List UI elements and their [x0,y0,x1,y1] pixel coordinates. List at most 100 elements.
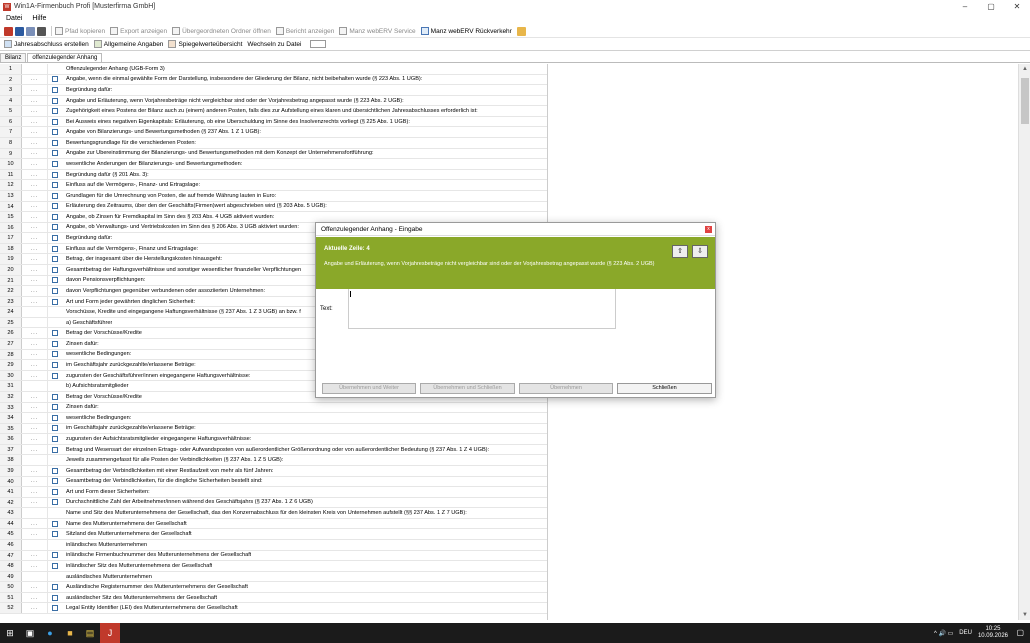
row-edit-button[interactable]: ... [22,402,48,413]
close-file-icon[interactable] [4,26,13,36]
table-row[interactable]: 47... inländische Firmenbuchnummer des Mu… [0,550,547,562]
row-checkbox[interactable] [48,75,62,85]
row-checkbox[interactable] [48,582,62,592]
row-edit-button[interactable]: ... [22,127,48,138]
row-checkbox[interactable] [48,403,62,413]
table-row[interactable]: 9... Angabe zur Übereinstimmung der Bilan… [0,148,547,160]
row-checkbox[interactable] [48,233,62,243]
table-row[interactable]: 35... im Geschäftsjahr zurückgezahlte/erl… [0,423,547,435]
next-row-button[interactable]: ⇩ [692,245,708,258]
row-checkbox[interactable] [48,149,62,159]
scroll-down-arrow-icon[interactable]: ▼ [1019,612,1030,618]
table-row[interactable]: 51... ausländischer Sitz des Mutteruntern… [0,592,547,604]
row-edit-button[interactable]: ... [22,476,48,487]
win1a-app-icon[interactable]: J [100,623,120,643]
menu-datei[interactable]: Datei [6,15,22,22]
table-row[interactable]: 36... zugunsten der Aufsichtsratsmitglied… [0,434,547,445]
table-row[interactable]: 1 Offenzulegender Anhang (UGB-Form 3) [0,64,547,75]
row-checkbox[interactable] [48,603,62,613]
print-icon[interactable] [37,26,46,36]
row-edit-button[interactable]: ... [22,116,48,127]
row-edit-button[interactable]: ... [22,74,48,85]
row-checkbox[interactable] [48,593,62,603]
row-checkbox[interactable] [48,106,62,116]
row-checkbox[interactable] [48,127,62,137]
row-edit-button[interactable]: ... [22,85,48,95]
maximize-button[interactable]: ▢ [978,0,1004,13]
row-checkbox[interactable] [48,117,62,127]
row-edit-button[interactable]: ... [22,233,48,243]
table-row[interactable]: 2... Angabe, wenn die einmal gewählte For… [0,74,547,86]
save-icon[interactable] [15,26,24,36]
manz-weberv-return-button[interactable]: Manz webERV Rückverkehr [420,27,512,35]
row-checkbox[interactable] [48,350,62,360]
notification-icon[interactable]: ▢ [1016,628,1024,637]
row-checkbox[interactable] [48,498,62,508]
row-edit-button[interactable]: ... [22,603,48,614]
row-edit-button[interactable]: ... [22,349,48,360]
row-edit-button[interactable]: ... [22,360,48,370]
row-edit-button[interactable]: ... [22,434,48,444]
row-edit-button[interactable]: ... [22,592,48,603]
row-checkbox[interactable] [48,170,62,180]
file-explorer-icon[interactable]: ■ [60,623,80,643]
row-edit-button[interactable]: ... [22,444,48,455]
row-checkbox[interactable] [48,159,62,169]
row-edit-button[interactable]: ... [22,286,48,296]
table-row[interactable]: 49 ausländisches Mutterunternehmen [0,571,547,583]
row-edit-button[interactable]: ... [22,339,48,349]
save-as-icon[interactable] [26,26,35,36]
row-edit-button[interactable]: ... [22,582,48,592]
text-input[interactable] [348,289,616,329]
row-checkbox[interactable] [48,85,62,95]
row-edit-button[interactable]: ... [22,190,48,201]
row-checkbox[interactable] [48,180,62,190]
mirror-values-button[interactable]: Spiegelwerteübersicht [168,40,242,48]
row-edit-button[interactable]: ... [22,95,48,106]
row-checkbox[interactable] [48,371,62,381]
row-edit-button[interactable]: ... [22,275,48,286]
table-row[interactable]: 10... wesentliche Änderungen der Bilanzie… [0,159,547,170]
table-row[interactable]: 13... Grundlagen für die Umrechnung von P… [0,190,547,202]
table-row[interactable]: 50... Ausländische Registernummer des Mut… [0,582,547,593]
row-edit-button[interactable]: ... [22,529,48,540]
row-checkbox[interactable] [48,561,62,571]
row-edit-button[interactable]: ... [22,370,48,381]
row-checkbox[interactable] [48,138,62,148]
table-row[interactable]: 8... Bewertungsgrundlage für die verschie… [0,138,547,149]
row-edit-button[interactable]: ... [22,222,48,233]
table-row[interactable]: 7... Angabe von Bilanzierungs- und Bewert… [0,127,547,139]
row-checkbox[interactable] [48,254,62,264]
row-checkbox[interactable] [48,96,62,106]
table-row[interactable]: 12... Einfluss auf die Vermögens-, Finanz… [0,180,547,191]
switch-to-file-dropdown[interactable] [310,40,327,48]
row-checkbox[interactable] [48,276,62,286]
row-edit-button[interactable]: ... [22,413,48,423]
table-row[interactable]: 44... Name des Mutterunternehmens der Ges… [0,518,547,530]
row-edit-button[interactable]: ... [22,550,48,561]
row-checkbox[interactable] [48,339,62,349]
row-checkbox[interactable] [48,212,62,222]
scrollbar-thumb[interactable] [1021,78,1029,124]
row-edit-button[interactable]: ... [22,497,48,508]
table-row[interactable]: 11... Begründung dafür (§ 201 Abs. 3): [0,169,547,181]
row-checkbox[interactable] [48,519,62,529]
tab-offenzulegender-anhang[interactable]: offenzulegender Anhang [27,53,103,62]
row-checkbox[interactable] [48,487,62,497]
row-edit-button[interactable]: ... [22,465,48,476]
row-checkbox[interactable] [48,265,62,275]
create-annual-statement-button[interactable]: Jahresabschluss erstellen [4,40,89,48]
row-edit-button[interactable]: ... [22,264,48,275]
row-checkbox[interactable] [48,392,62,402]
row-checkbox[interactable] [48,445,62,455]
table-row[interactable]: 4... Angabe und Erläuterung, wenn Vorjahr… [0,95,547,107]
store-icon[interactable]: ▤ [80,623,100,643]
table-row[interactable]: 45... Sitzland des Mutterunternehmens der… [0,529,547,541]
apply-and-close-button[interactable]: Übernehmen und Schließen [420,383,515,394]
table-row[interactable]: 46 inländisches Mutterunternehmen [0,540,547,551]
table-row[interactable]: 38 Jeweils zusammengefasst für alle Poste… [0,455,547,466]
close-window-button[interactable]: ✕ [1004,0,1030,13]
dialog-close-action-button[interactable]: Schließen [617,383,712,394]
row-checkbox[interactable] [48,551,62,561]
table-row[interactable]: 39... Gesamtbetrag der Verbindlichkeiten … [0,465,547,477]
